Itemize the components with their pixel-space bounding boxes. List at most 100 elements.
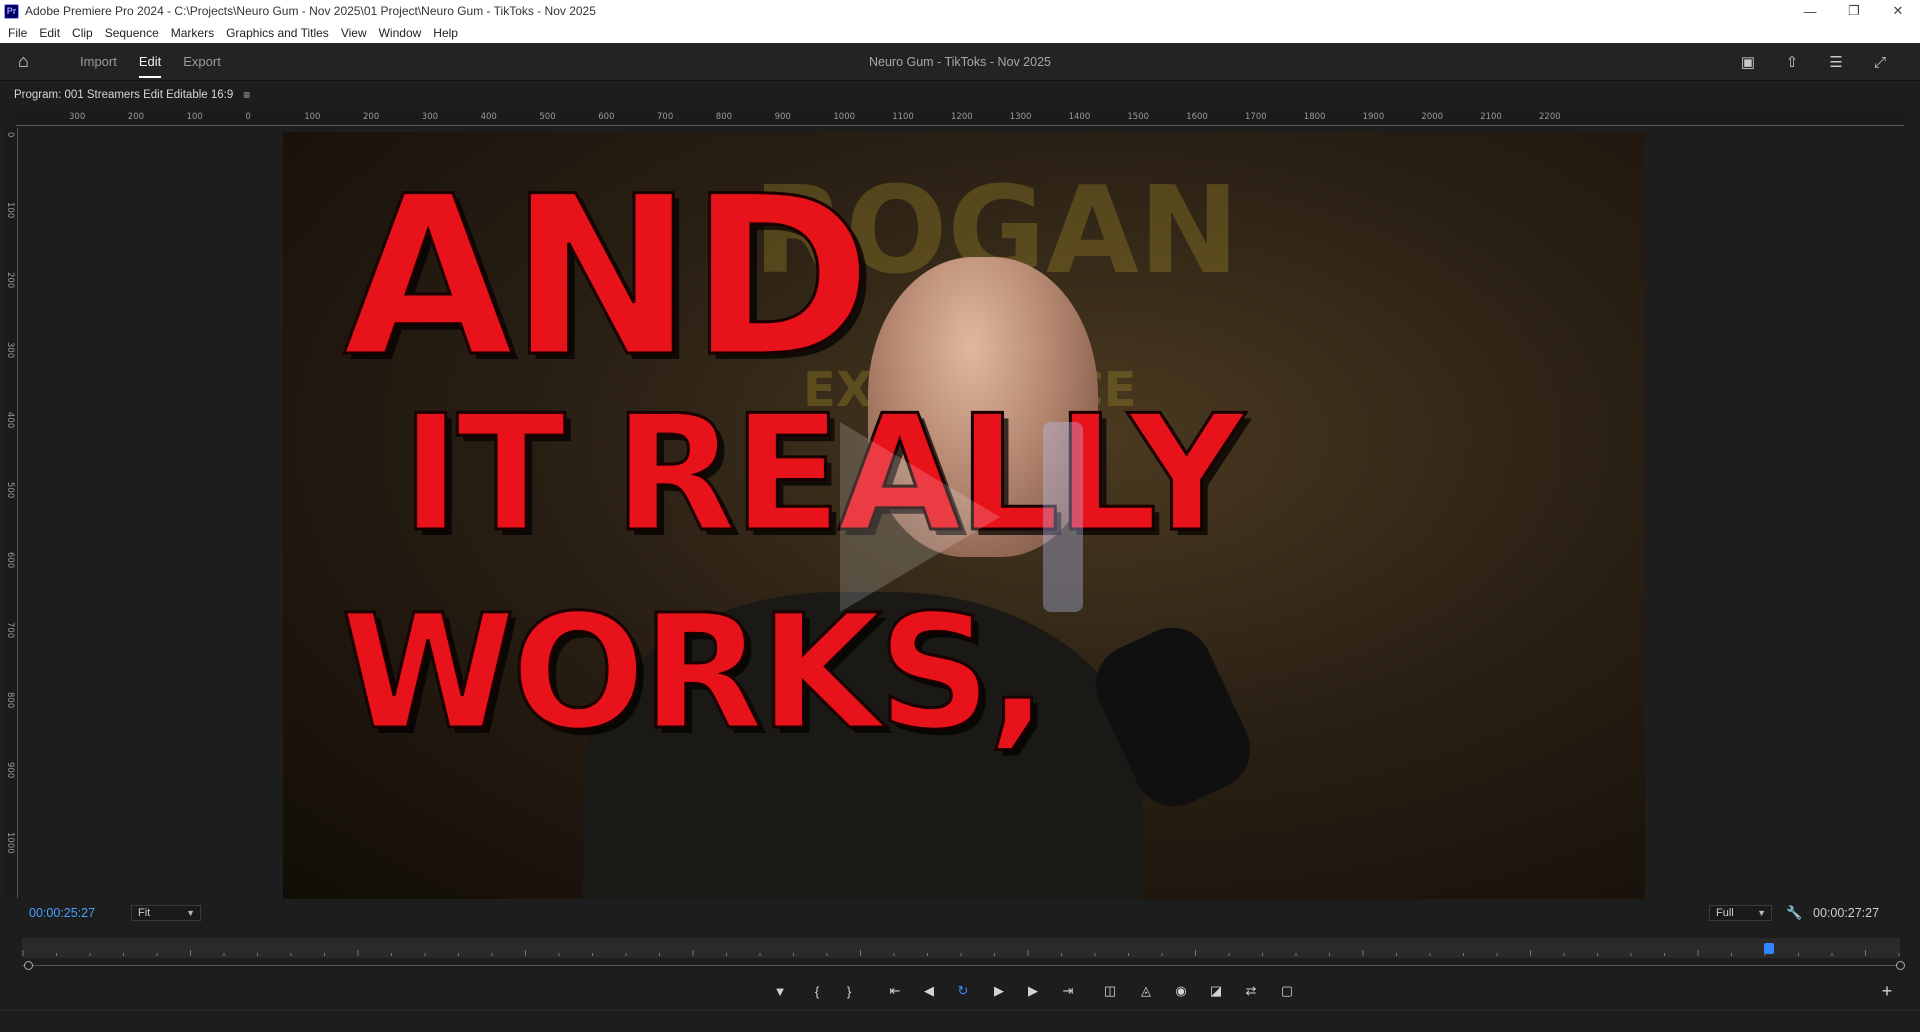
ruler-h-label: 1400 <box>1068 112 1091 122</box>
menu-sequence[interactable]: Sequence <box>105 26 159 40</box>
program-monitor-header: Program: 001 Streamers Edit Editable 16:… <box>0 82 1920 108</box>
premiere-logo-icon: Pr <box>4 3 19 19</box>
tab-edit[interactable]: Edit <box>138 43 162 81</box>
horizontal-ruler: 300 200 100 0 100 200 300 400 500 600 700 800 900 100… <box>16 112 1904 126</box>
extract-icon[interactable]: ◬ <box>1133 978 1159 1004</box>
panel-menu-icon[interactable]: ☰ <box>1814 53 1858 71</box>
zoom-handle-right[interactable] <box>1896 961 1905 970</box>
pause-overlay-icon <box>1043 422 1083 612</box>
ruler-h-label: 1700 <box>1245 112 1267 122</box>
mark-in-icon[interactable]: { <box>804 978 830 1004</box>
ruler-h-label: 2200 <box>1539 112 1561 122</box>
ruler-h-label: 1200 <box>951 112 973 122</box>
export-frame-icon[interactable]: ◉ <box>1168 978 1194 1004</box>
ruler-h-label: 1500 <box>1127 112 1150 122</box>
ruler-h-label: 0 <box>245 112 251 122</box>
ruler-h-label: 200 <box>127 112 145 122</box>
window-title: Adobe Premiere Pro 2024 - C:\Projects\Ne… <box>25 4 596 18</box>
tab-import[interactable]: Import <box>80 43 117 81</box>
ruler-h-label: 100 <box>304 112 321 122</box>
safe-margins-icon[interactable]: ▢ <box>1274 978 1300 1004</box>
fullscreen-icon[interactable]: ⤢ <box>1858 54 1902 71</box>
ruler-h-label: 200 <box>363 112 380 122</box>
step-back-icon[interactable]: ◀ <box>916 978 942 1004</box>
ruler-v-label: 1000 <box>5 832 15 854</box>
menu-view[interactable]: View <box>341 26 367 40</box>
menu-bar: File Edit Clip Sequence Markers Graphics… <box>0 22 1920 43</box>
ruler-h-label: 600 <box>598 112 615 122</box>
menu-edit[interactable]: Edit <box>39 26 60 40</box>
app-header-icons: ▣ ⇧ ☰ ⤢ <box>1726 43 1902 81</box>
project-title: Neuro Gum - TikToks - Nov 2025 <box>868 54 1051 69</box>
playhead[interactable] <box>1763 943 1774 954</box>
status-bar <box>0 1010 1920 1032</box>
caption-line-1: AND <box>341 149 873 405</box>
comparison-view-icon[interactable]: ◪ <box>1203 978 1229 1004</box>
go-to-out-icon[interactable]: ⇥ <box>1055 978 1081 1004</box>
ruler-h-label: 1300 <box>1009 112 1032 122</box>
ruler-h-label: 1900 <box>1362 112 1385 122</box>
ruler-v-label: 0 <box>5 132 15 138</box>
ruler-h-label: 1000 <box>833 112 856 122</box>
menu-window[interactable]: Window <box>379 26 422 40</box>
tab-export[interactable]: Export <box>183 43 221 81</box>
add-button-icon[interactable]: + <box>1874 978 1900 1004</box>
app-header: ⌂ Import Edit Export Neuro Gum - TikToks… <box>0 43 1920 81</box>
ruler-h-label: 300 <box>421 112 439 122</box>
ruler-v-label: 800 <box>5 692 15 709</box>
home-icon[interactable]: ⌂ <box>18 51 58 72</box>
ruler-h-label: 2000 <box>1421 112 1444 122</box>
vertical-ruler: 0 100 200 300 400 500 600 700 800 900 1000 <box>4 128 18 898</box>
ruler-h-label: 300 <box>69 112 86 122</box>
resolution-select[interactable]: Full ▼ <box>1709 905 1772 921</box>
minimize-icon[interactable]: — <box>1788 0 1832 22</box>
ruler-v-label: 600 <box>5 552 15 569</box>
ruler-v-label: 100 <box>5 202 15 219</box>
ruler-h-label: 700 <box>657 112 674 122</box>
menu-graphics-and-titles[interactable]: Graphics and Titles <box>226 26 329 40</box>
mark-out-icon[interactable]: } <box>836 978 862 1004</box>
ruler-h-label: 800 <box>715 112 733 122</box>
ruler-v-label: 300 <box>5 342 15 359</box>
ruler-v-label: 200 <box>5 272 15 289</box>
vr-video-icon[interactable]: ⇄ <box>1238 978 1264 1004</box>
current-timecode[interactable]: 00:00:25:27 <box>29 906 95 920</box>
ruler-v-label: 700 <box>5 622 15 639</box>
program-monitor-video[interactable]: ROGAN EXPERIENCE AND IT REALLY WORKS, <box>283 132 1645 899</box>
play-overlay-icon <box>840 422 1000 612</box>
resolution-select-value: Full <box>1716 907 1734 919</box>
scrubber-ticks <box>22 950 1900 956</box>
hamburger-icon[interactable]: ≡ <box>243 88 250 102</box>
lift-icon[interactable]: ◫ <box>1097 978 1123 1004</box>
share-icon[interactable]: ⇧ <box>1770 53 1814 71</box>
restore-icon[interactable]: ❐ <box>1832 0 1876 22</box>
window-controls: — ❐ ✕ <box>1788 0 1920 22</box>
zoom-handle-left[interactable] <box>24 961 33 970</box>
ruler-h-label: 400 <box>480 112 497 122</box>
ruler-v-label: 500 <box>5 482 15 499</box>
menu-help[interactable]: Help <box>433 26 458 40</box>
ruler-h-label: 1800 <box>1303 112 1326 122</box>
zoom-bar[interactable] <box>22 965 1900 966</box>
ruler-v-label: 900 <box>5 762 15 779</box>
workspaces-icon[interactable]: ▣ <box>1726 53 1770 71</box>
step-forward-icon[interactable]: ▶ <box>1020 978 1046 1004</box>
ruler-h-label: 1600 <box>1186 112 1208 122</box>
ruler-h-label: 500 <box>539 112 556 122</box>
menu-clip[interactable]: Clip <box>72 26 93 40</box>
go-to-in-icon[interactable]: ⇤ <box>882 978 908 1004</box>
loop-icon[interactable]: ↻ <box>950 978 976 1004</box>
caption-line-3: WORKS, <box>340 581 1050 765</box>
ruler-h-label: 900 <box>774 112 791 122</box>
ruler-h-label: 2100 <box>1480 112 1502 122</box>
close-icon[interactable]: ✕ <box>1876 0 1920 22</box>
menu-file[interactable]: File <box>8 26 27 40</box>
play-icon[interactable]: ▶ <box>986 978 1012 1004</box>
menu-markers[interactable]: Markers <box>171 26 214 40</box>
zoom-select[interactable]: Fit ▼ <box>131 905 201 921</box>
add-marker-icon[interactable]: ▼ <box>767 978 793 1004</box>
panel-title[interactable]: Program: 001 Streamers Edit Editable 16:… <box>14 89 233 101</box>
wrench-icon[interactable]: 🔧 <box>1786 905 1802 921</box>
caption-line-2: IT REALLY <box>400 380 1247 567</box>
timeline-scrubber[interactable] <box>22 938 1900 958</box>
